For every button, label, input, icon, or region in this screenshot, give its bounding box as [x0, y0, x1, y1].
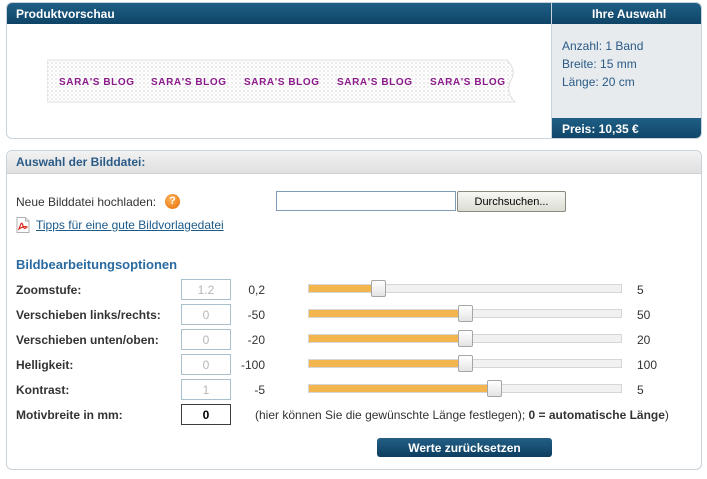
slider-handle[interactable]	[487, 380, 502, 397]
option-label: Verschieben unten/oben:	[16, 333, 159, 347]
option-value[interactable]: 0	[181, 354, 231, 375]
slider-fill	[309, 360, 466, 367]
reset-values-button[interactable]: Werte zurücksetzen	[377, 438, 552, 457]
selection-summary: Ihre Auswahl Anzahl: 1 Band Breite: 15 m…	[551, 3, 701, 138]
option-min: -20	[247, 333, 265, 347]
option-row-brightness: Helligkeit: 0 -100 100	[7, 354, 701, 376]
ribbon-text-2: SARA'S BLOG	[151, 77, 227, 88]
price-label: Preis: 10,35 €	[562, 122, 639, 136]
slider-fill	[309, 285, 379, 292]
selection-width: Breite: 15 mm	[562, 57, 637, 71]
motif-hint-suffix: )	[664, 408, 669, 422]
option-slider[interactable]	[308, 355, 622, 372]
upload-label: Neue Bilddatei hochladen:	[16, 195, 157, 209]
motif-hint-prefix: (hier können Sie die gewünschte Länge fe…	[255, 408, 526, 422]
selection-header: Ihre Auswahl	[552, 3, 701, 24]
option-min: -50	[247, 308, 265, 322]
option-label: Helligkeit:	[16, 358, 74, 372]
option-slider[interactable]	[308, 305, 622, 322]
option-row-contrast: Kontrast: 1 -5 5	[7, 379, 701, 401]
slider-handle[interactable]	[371, 280, 386, 297]
slider-handle[interactable]	[458, 330, 473, 347]
option-min: -100	[240, 358, 265, 372]
browse-button[interactable]: Durchsuchen...	[457, 191, 566, 212]
option-row-shift-horizontal: Verschieben links/rechts: 0 -50 50	[7, 304, 701, 326]
option-label: Zoomstufe:	[16, 283, 82, 297]
option-row-motif-width: Motivbreite in mm: 0 (hier können Sie di…	[7, 404, 701, 426]
image-file-header: Auswahl der Bilddatei:	[7, 151, 701, 174]
option-slider[interactable]	[308, 380, 622, 397]
selection-quantity: Anzahl: 1 Band	[562, 39, 644, 53]
slider-fill	[309, 385, 495, 392]
option-row-zoom: Zoomstufe: 1.2 0,2 5	[7, 279, 701, 301]
slider-fill	[309, 335, 466, 342]
pdf-icon	[16, 217, 30, 233]
product-preview-panel: Produktvorschau SARA'S BLOG SARA'S BLOG …	[6, 2, 702, 139]
image-file-panel: Auswahl der Bilddatei: Neue Bilddatei ho…	[6, 150, 702, 470]
option-value[interactable]: 1	[181, 379, 231, 400]
tips-link[interactable]: Tipps für eine gute Bildvorlagedatei	[36, 218, 224, 232]
ribbon-preview: SARA'S BLOG SARA'S BLOG SARA'S BLOG SARA…	[47, 59, 517, 103]
slider-fill	[309, 310, 466, 317]
option-max: 5	[637, 283, 644, 297]
motif-label: Motivbreite in mm:	[16, 408, 123, 422]
slider-handle[interactable]	[458, 355, 473, 372]
option-max: 5	[637, 383, 644, 397]
motif-width-input[interactable]: 0	[181, 404, 231, 425]
option-row-shift-vertical: Verschieben unten/oben: 0 -20 20	[7, 329, 701, 351]
option-value[interactable]: 0	[181, 304, 231, 325]
selection-length: Länge: 20 cm	[562, 75, 635, 89]
option-value[interactable]: 0	[181, 329, 231, 350]
selection-details: Anzahl: 1 Band Breite: 15 mm Länge: 20 c…	[552, 24, 701, 91]
image-file-title: Auswahl der Bilddatei:	[16, 155, 146, 169]
ribbon-text-4: SARA'S BLOG	[337, 77, 413, 88]
option-label: Kontrast:	[16, 383, 70, 397]
option-max: 100	[637, 358, 658, 372]
options-title: Bildbearbeitungsoptionen	[16, 257, 178, 272]
motif-hint: (hier können Sie die gewünschte Länge fe…	[255, 408, 669, 422]
option-slider[interactable]	[308, 330, 622, 347]
option-min: -5	[254, 383, 265, 397]
option-label: Verschieben links/rechts:	[16, 308, 161, 322]
file-path-input[interactable]	[276, 191, 456, 211]
preview-title: Produktvorschau	[16, 6, 115, 21]
option-min: 0,2	[248, 283, 265, 297]
option-max: 50	[637, 308, 651, 322]
ribbon-text-5: SARA'S BLOG	[430, 77, 506, 88]
preview-area: Produktvorschau SARA'S BLOG SARA'S BLOG …	[7, 3, 551, 138]
preview-header: Produktvorschau	[7, 3, 551, 24]
ribbon-text-3: SARA'S BLOG	[244, 77, 320, 88]
ribbon-text-1: SARA'S BLOG	[59, 77, 135, 88]
help-icon[interactable]: ?	[165, 194, 180, 209]
selection-title: Ihre Auswahl	[592, 6, 667, 21]
option-value[interactable]: 1.2	[181, 279, 231, 300]
price-bar: Preis: 10,35 €	[552, 118, 701, 138]
slider-handle[interactable]	[458, 305, 473, 322]
option-max: 20	[637, 333, 651, 347]
option-slider[interactable]	[308, 280, 622, 297]
motif-hint-bold: 0 = automatische Länge	[528, 408, 665, 422]
